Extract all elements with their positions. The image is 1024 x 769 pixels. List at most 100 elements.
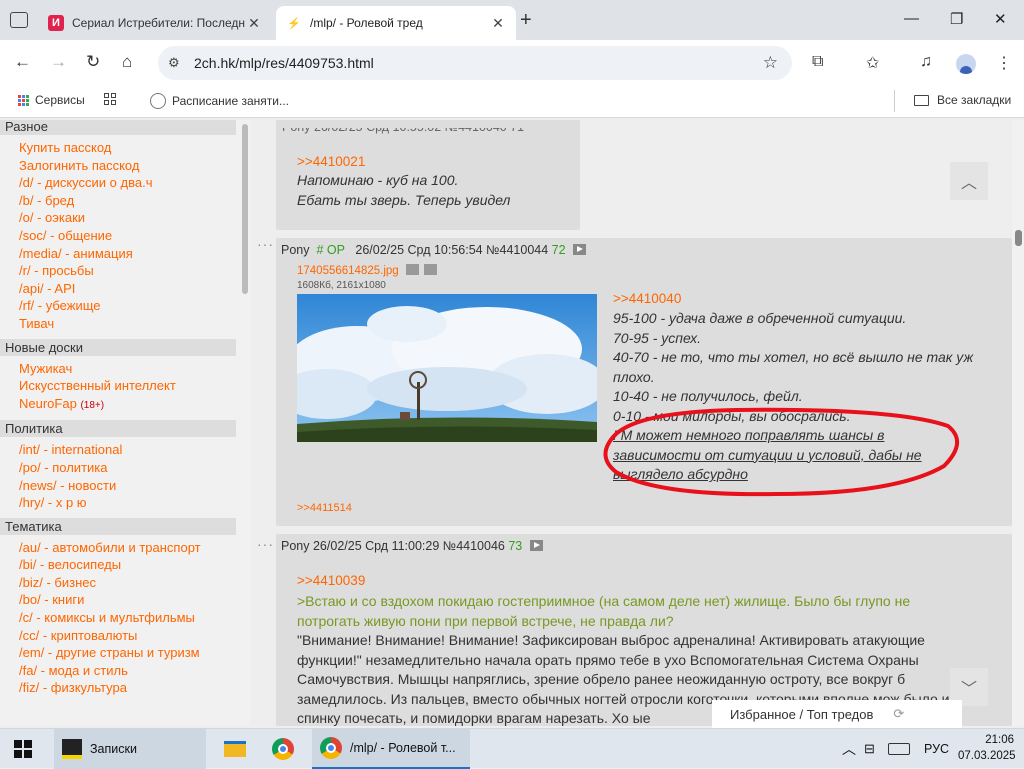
board-link[interactable]: /api/ - API [0, 280, 250, 298]
start-button[interactable] [14, 729, 32, 769]
reply-link[interactable]: >>4410021 [297, 154, 365, 169]
clock-time: 21:06 [985, 734, 1014, 746]
board-link[interactable]: /fa/ - мода и стиль [0, 662, 250, 680]
reply-link[interactable]: >>4410039 [297, 573, 365, 588]
reload-icon[interactable]: ↻ [86, 52, 100, 72]
tab-search-icon[interactable] [10, 12, 28, 28]
board-link[interactable]: /media/ - анимация [0, 245, 250, 263]
board-link[interactable]: /em/ - другие страны и туризм [0, 644, 250, 662]
bookmark-services[interactable]: Сервисы [18, 93, 85, 107]
network-icon[interactable]: ⊟ [864, 729, 875, 769]
board-link[interactable]: /r/ - просьбы [0, 262, 250, 280]
post-date: 26/02/25 Срд 11:00:29 [312, 539, 440, 553]
new-tab-icon[interactable]: + [520, 9, 532, 32]
keyboard-icon[interactable] [888, 729, 910, 769]
board-link-neurofap[interactable]: NeuroFap (18+) [0, 395, 250, 415]
refresh-icon[interactable]: ⟳ [893, 706, 904, 722]
play-icon[interactable] [529, 540, 543, 551]
favorites-icon[interactable]: ✩ [866, 53, 879, 73]
poster-name: Pony [281, 539, 310, 553]
file-name: 1740556614825.jpg [297, 265, 399, 277]
board-link[interactable]: /o/ - оэкаки [0, 209, 250, 227]
tab-serial[interactable]: И Сериал Истребители: Последн ✕ [38, 6, 272, 40]
scroll-thumb[interactable] [1015, 230, 1022, 246]
board-link[interactable]: /bi/ - велосипеды [0, 556, 250, 574]
favorites-label[interactable]: Избранное / Топ тредов [730, 707, 873, 722]
bolt-favicon-icon: ⚡ [287, 17, 301, 30]
restore-icon[interactable]: ❐ [950, 10, 963, 28]
back-icon[interactable]: ← [14, 52, 31, 72]
apps-shortcut[interactable] [104, 93, 122, 105]
board-link[interactable]: Искусственный интеллект [0, 377, 250, 395]
board-link[interactable]: /hry/ - х р ю [0, 494, 250, 512]
page-scrollbar[interactable] [1012, 120, 1024, 726]
post-image[interactable] [297, 294, 597, 442]
all-bookmarks[interactable]: Все закладки [914, 93, 1011, 107]
board-link[interactable]: /po/ - политика [0, 459, 250, 477]
search-image-icon[interactable] [405, 264, 419, 275]
taskbar-notes[interactable]: Записки [54, 729, 206, 769]
board-link[interactable]: /au/ - автомобили и транспорт [0, 539, 250, 557]
board-link[interactable]: /rf/ - убежище [0, 297, 250, 315]
bookmark-label: Сервисы [35, 93, 85, 107]
sidebar-scrollbar[interactable] [242, 124, 248, 294]
file-link[interactable]: 1740556614825.jpg [297, 264, 438, 277]
language-indicator[interactable]: РУС [924, 729, 949, 769]
board-link[interactable]: /b/ - бред [0, 192, 250, 210]
bookmark-label: Расписание заняти... [172, 94, 289, 108]
board-link[interactable]: /fiz/ - физкультура [0, 679, 250, 697]
address-bar[interactable]: ⚙ 2ch.hk/mlp/res/4409753.html ☆ [158, 46, 792, 80]
board-link[interactable]: Мужикач [0, 360, 250, 378]
post-line: 70-95 - успех. [613, 329, 702, 346]
post-menu-icon[interactable]: ··· [257, 536, 274, 552]
reply-link[interactable]: >>4410040 [613, 291, 681, 306]
minimize-icon[interactable]: — [904, 10, 919, 27]
post-number[interactable]: №4410044 [486, 243, 548, 257]
profile-avatar[interactable] [956, 54, 976, 74]
board-link[interactable]: /d/ - дискуссии о два.ч [0, 174, 250, 192]
board-link[interactable]: /c/ - комиксы и мультфильмы [0, 609, 250, 627]
file-info: 1608Кб, 2161x1080 [297, 280, 386, 291]
board-link[interactable]: /news/ - новости [0, 477, 250, 495]
board-link[interactable]: /cc/ - криптовалюты [0, 627, 250, 645]
close-tab-icon[interactable]: ✕ [490, 15, 506, 32]
taskbar-explorer[interactable] [224, 729, 246, 769]
forward-icon[interactable]: → [50, 52, 67, 72]
extensions-icon[interactable]: ⧉ [812, 53, 823, 71]
bookmarks-bar: Сервисы Расписание заняти... Все закладк… [0, 86, 1024, 118]
home-icon[interactable]: ⌂ [122, 52, 132, 72]
taskbar-browser-window[interactable]: /mlp/ - Ролевой т... [312, 729, 470, 769]
board-link[interactable]: Залогинить пасскод [0, 157, 250, 175]
url-text[interactable]: 2ch.hk/mlp/res/4409753.html [194, 55, 374, 71]
clock-date: 07.03.2025 [958, 750, 1016, 762]
post-line: 10-40 - не получилось, фейл. [613, 388, 803, 404]
backlink[interactable]: >>4411514 [297, 502, 352, 514]
favorites-top-bar[interactable]: Избранное / Топ тредов ⟳ [712, 700, 962, 728]
taskbar-chrome[interactable] [272, 729, 294, 769]
board-link[interactable]: Купить пасскод [0, 139, 250, 157]
tab-mlp[interactable]: ⚡ /mlp/ - Ролевой тред ✕ [276, 6, 516, 40]
board-link[interactable]: /biz/ - бизнес [0, 574, 250, 592]
media-control-icon[interactable]: ♫ [920, 53, 932, 71]
post-number[interactable]: №4410046 [443, 539, 505, 553]
poster-name: Pony [281, 243, 310, 257]
download-icon[interactable] [424, 264, 438, 275]
bookmark-schedule[interactable]: Расписание заняти... [150, 93, 289, 109]
post-menu-icon[interactable]: ··· [257, 236, 274, 252]
site-info-icon[interactable]: ⚙ [168, 55, 180, 71]
scroll-up-button[interactable]: ︿ [950, 162, 988, 200]
tab-title: /mlp/ - Ролевой тред [310, 16, 423, 30]
board-link[interactable]: /soc/ - общение [0, 227, 250, 245]
play-icon[interactable] [573, 244, 587, 255]
bookmark-star-icon[interactable]: ☆ [763, 53, 778, 73]
post-count: 72 [551, 243, 566, 257]
menu-icon[interactable]: ⋮ [996, 53, 1012, 73]
board-link[interactable]: /bo/ - книги [0, 591, 250, 609]
taskbar-label: /mlp/ - Ролевой т... [350, 741, 456, 755]
close-window-icon[interactable]: ✕ [994, 10, 1007, 28]
board-link[interactable]: Тивач [0, 315, 250, 333]
close-tab-icon[interactable]: ✕ [246, 15, 262, 32]
tray-chevron-icon[interactable]: ︿ [842, 729, 856, 769]
clock[interactable]: 21:06 07.03.2025 [958, 732, 1016, 764]
board-link[interactable]: /int/ - international [0, 441, 250, 459]
